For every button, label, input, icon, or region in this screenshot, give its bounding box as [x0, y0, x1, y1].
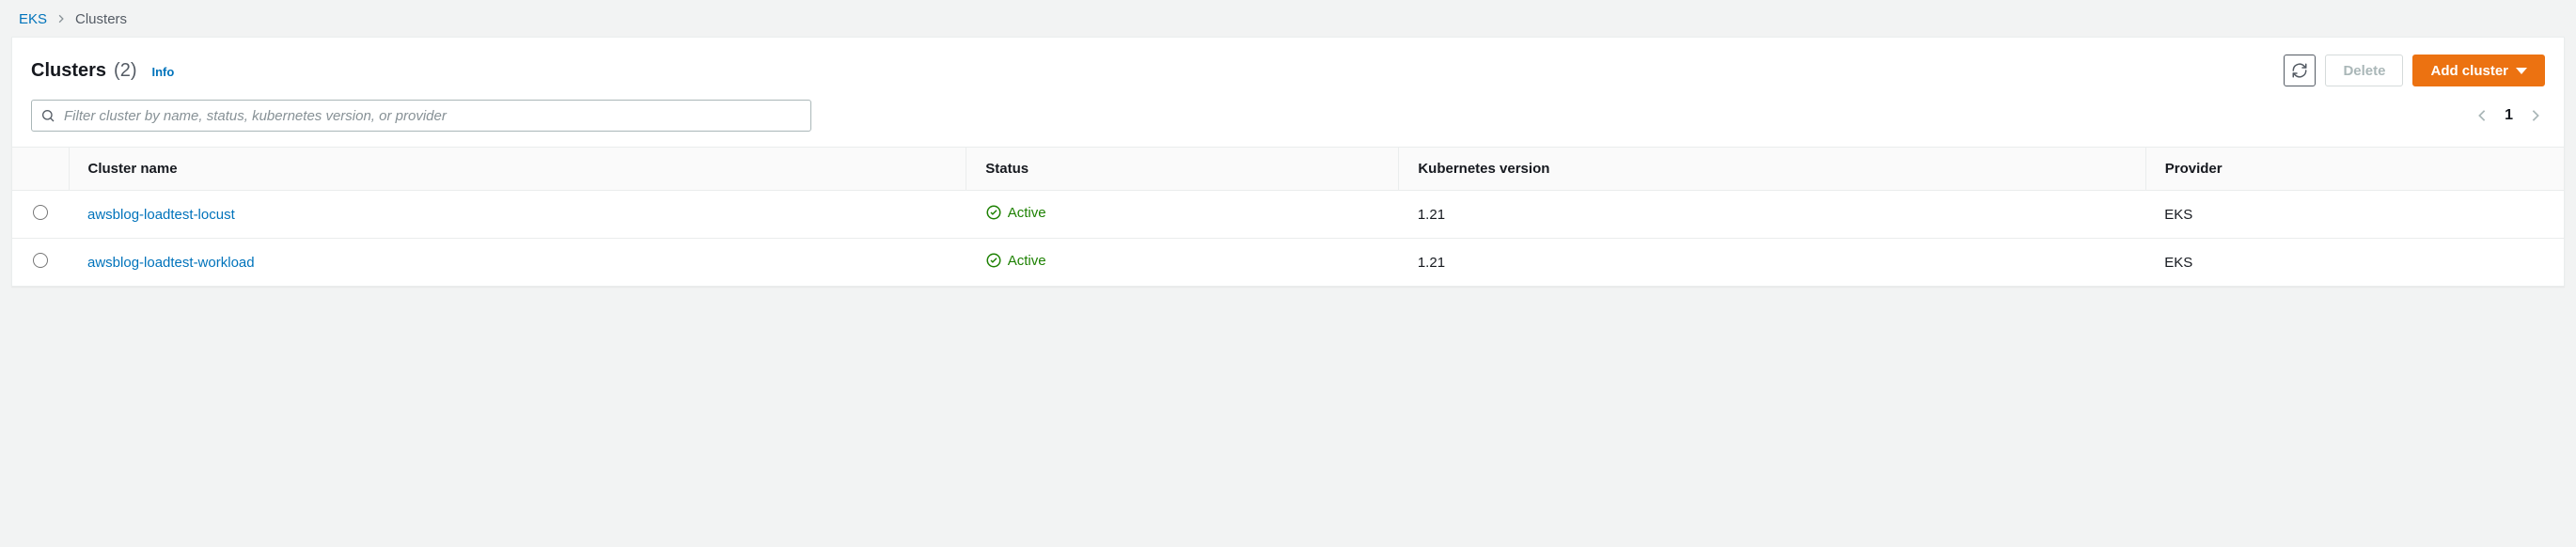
next-page-button[interactable] [2526, 106, 2545, 125]
page-title: Clusters [31, 60, 106, 82]
clusters-table: Cluster name Status Kubernetes version P… [12, 147, 2564, 286]
header-actions: Delete Add cluster [2284, 55, 2545, 86]
select-row-radio[interactable] [33, 205, 48, 220]
breadcrumb: EKS Clusters [0, 0, 2576, 37]
breadcrumb-current: Clusters [75, 11, 127, 27]
cluster-name-link[interactable]: awsblog-loadtest-workload [87, 255, 255, 271]
refresh-button[interactable] [2284, 55, 2316, 86]
table-row: awsblog-loadtest-workload Active 1.21 EK… [12, 239, 2564, 287]
add-cluster-button[interactable]: Add cluster [2412, 55, 2545, 86]
info-link[interactable]: Info [151, 65, 174, 79]
cluster-name-link[interactable]: awsblog-loadtest-locust [87, 207, 235, 223]
delete-button[interactable]: Delete [2325, 55, 2403, 86]
k8s-version-cell: 1.21 [1399, 239, 2145, 287]
filter-input[interactable] [31, 100, 811, 132]
chevron-left-icon [2475, 109, 2489, 122]
caret-down-icon [2516, 68, 2527, 74]
column-provider[interactable]: Provider [2145, 148, 2564, 191]
search-icon [40, 108, 55, 123]
status-badge: Active [985, 252, 1046, 269]
status-badge: Active [985, 204, 1046, 221]
status-text: Active [1008, 253, 1046, 269]
column-select [12, 148, 69, 191]
chevron-right-icon [56, 11, 66, 27]
prev-page-button[interactable] [2473, 106, 2491, 125]
column-cluster-name[interactable]: Cluster name [69, 148, 966, 191]
check-circle-icon [985, 252, 1002, 269]
column-status[interactable]: Status [966, 148, 1399, 191]
current-page: 1 [2505, 107, 2513, 124]
provider-cell: EKS [2145, 191, 2564, 239]
column-k8s-version[interactable]: Kubernetes version [1399, 148, 2145, 191]
check-circle-icon [985, 204, 1002, 221]
clusters-panel: Clusters (2) Info Delete Add cluster [11, 37, 2565, 287]
table-row: awsblog-loadtest-locust Active 1.21 EKS [12, 191, 2564, 239]
status-text: Active [1008, 205, 1046, 221]
refresh-icon [2291, 62, 2308, 79]
add-cluster-label: Add cluster [2430, 63, 2508, 79]
breadcrumb-root-link[interactable]: EKS [19, 11, 47, 27]
pagination: 1 [2473, 106, 2545, 125]
cluster-count: (2) [114, 60, 136, 82]
select-row-radio[interactable] [33, 253, 48, 268]
provider-cell: EKS [2145, 239, 2564, 287]
k8s-version-cell: 1.21 [1399, 191, 2145, 239]
chevron-right-icon [2529, 109, 2542, 122]
